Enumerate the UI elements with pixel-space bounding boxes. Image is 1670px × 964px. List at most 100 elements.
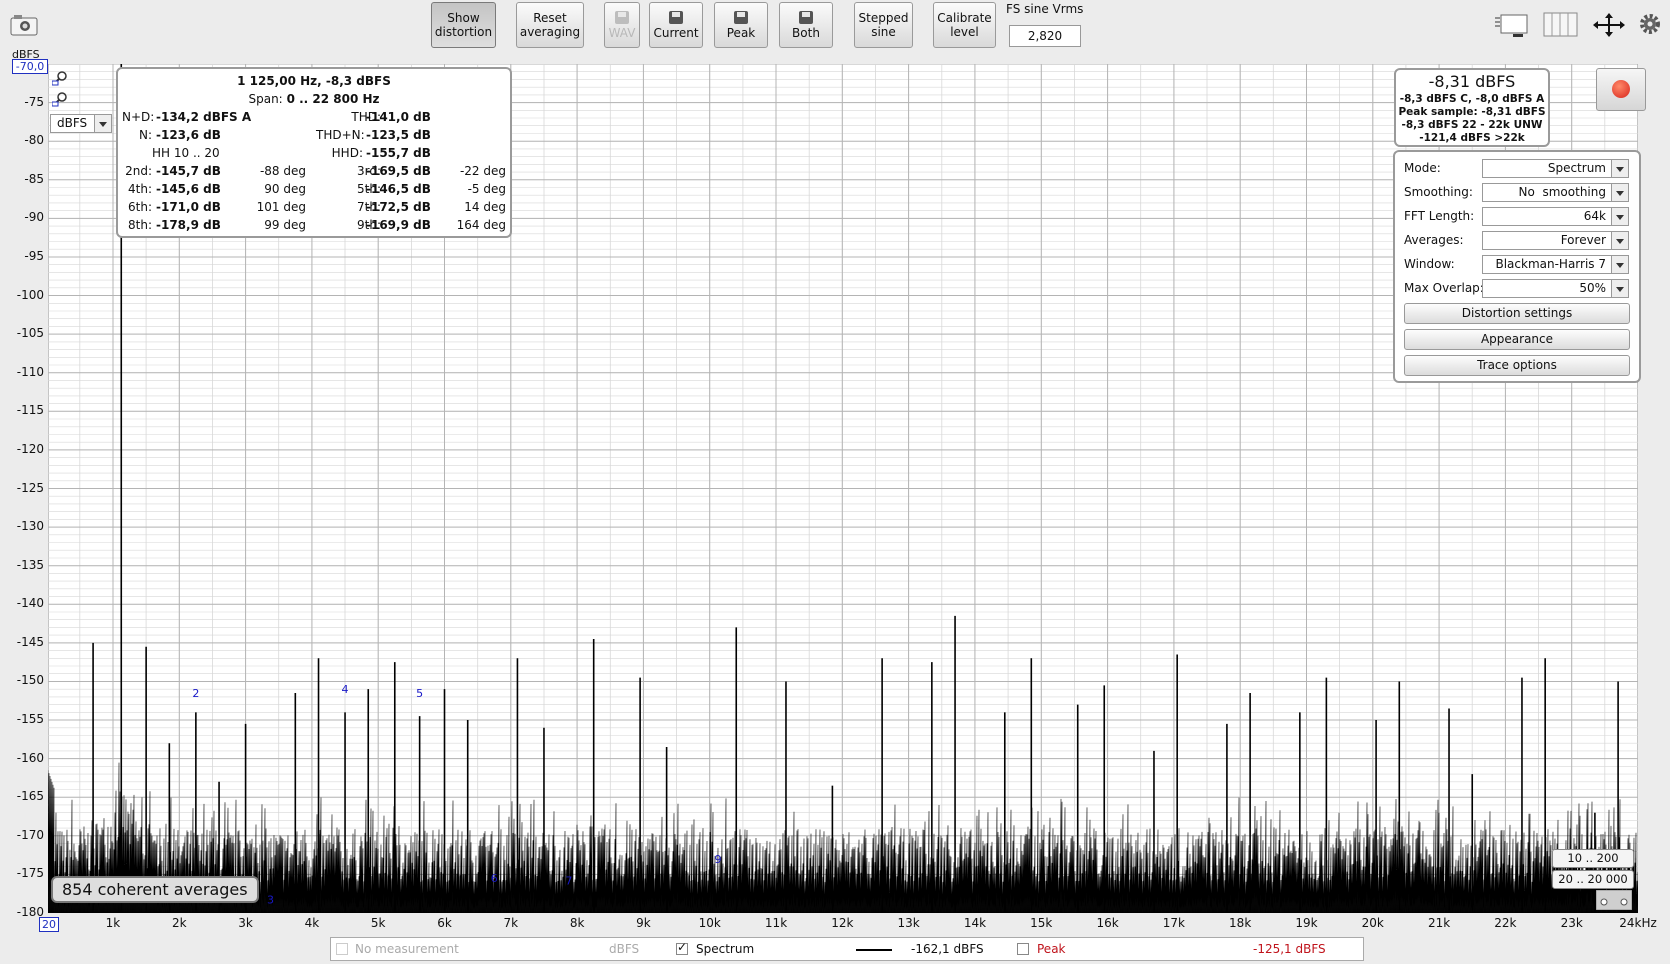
window-select[interactable]: Blackman-Harris 7 <box>1482 255 1629 274</box>
zoom-in-icon[interactable] <box>51 70 68 86</box>
harmonic-phase: 101 deg <box>256 200 306 214</box>
checkmark-icon: ✓ <box>677 940 688 954</box>
spectrum-value: -162,1 dBFS <box>911 942 984 956</box>
spectrum-label: Spectrum <box>696 942 755 956</box>
calibrate-level-button[interactable]: Calibrate level <box>933 2 996 48</box>
harmonic-phase: -5 deg <box>467 182 506 196</box>
harmonic-marker: 3 <box>267 894 274 907</box>
trace-options-button[interactable]: Trace options <box>1404 355 1630 376</box>
wav-label: WAV <box>608 25 636 40</box>
harmonic-marker: 5 <box>416 687 423 700</box>
harmonic-value: -172,5 dB <box>366 200 431 214</box>
y-tick-label: -125 <box>16 480 44 495</box>
mode-select[interactable]: Spectrum <box>1482 159 1629 178</box>
spectrum-checkbox[interactable]: ✓ <box>676 940 688 955</box>
y-tick-label: -120 <box>16 441 44 456</box>
harmonic-label: 8th: <box>128 218 152 232</box>
y-tick-label: -95 <box>24 248 44 263</box>
y-tick-label: -170 <box>16 827 44 842</box>
show-distortion-button[interactable]: Show distortion <box>431 2 496 48</box>
harmonic-value: -145,7 dB <box>156 164 221 178</box>
x-tick-label: 11k <box>764 916 788 930</box>
layout-icon[interactable] <box>1493 12 1531 38</box>
fs-sine-input[interactable]: 2,820 <box>1009 25 1081 47</box>
settings-panel: Mode: Spectrum Smoothing: No smoothing F… <box>1393 150 1641 383</box>
record-icon <box>1612 80 1630 98</box>
save-current-button[interactable]: Current <box>649 2 703 48</box>
unit-select-value: dBFS <box>57 116 88 130</box>
scroll-handle-icon[interactable] <box>1595 889 1633 911</box>
span-value: 0 .. 22 800 Hz <box>286 92 380 106</box>
averages-select[interactable]: Forever <box>1482 231 1629 250</box>
smoothing-select[interactable]: No smoothing <box>1482 183 1629 202</box>
fs-sine-label: FS sine Vrms <box>1006 2 1084 16</box>
window-label: Window: <box>1404 257 1455 271</box>
distortion-settings-button[interactable]: Distortion settings <box>1404 303 1630 324</box>
fft-length-select[interactable]: 64k <box>1482 207 1629 226</box>
columns-icon[interactable] <box>1543 12 1579 38</box>
camera-icon[interactable] <box>10 14 38 36</box>
save-both-button[interactable]: Both <box>779 2 833 48</box>
wav-button[interactable]: WAV <box>604 2 640 48</box>
x-tick-label: 17k <box>1162 916 1185 930</box>
save-icon <box>799 10 813 24</box>
peak-label: Peak <box>726 25 756 40</box>
averages-label: Averages: <box>1404 233 1464 247</box>
x-tick-label: 20k <box>1361 916 1384 930</box>
unit-select[interactable]: dBFS <box>50 114 112 133</box>
x-axis-start-value[interactable]: 20 <box>39 917 59 932</box>
record-button[interactable] <box>1596 68 1646 111</box>
chevron-down-icon <box>1611 256 1628 273</box>
level-line2: Peak sample: -8,31 dBFS <box>1398 106 1546 118</box>
y-tick-label: -145 <box>16 634 44 649</box>
show-distortion-label: Show distortion <box>434 11 493 39</box>
x-tick-label: 8k <box>569 916 585 930</box>
n-value: -123,6 dB <box>156 128 221 142</box>
y-tick-label: -75 <box>24 94 44 109</box>
legend-bar: No measurement dBFS ✓ Spectrum -162,1 dB… <box>330 937 1364 961</box>
x-tick-label: 1k <box>105 916 121 930</box>
y-tick-label: -160 <box>16 750 44 765</box>
thdn-label: THD+N: <box>316 128 365 142</box>
stepped-sine-label: Stepped sine <box>858 11 909 39</box>
level-panel: -8,31 dBFS -8,3 dBFS C, -8,0 dBFS A Peak… <box>1394 68 1550 147</box>
x-tick-label: 24kHz <box>1619 916 1657 930</box>
save-peak-button[interactable]: Peak <box>714 2 768 48</box>
range-20-20000-button[interactable]: 20 .. 20 000 <box>1552 870 1634 889</box>
hhd-value: -155,7 dB <box>366 146 431 160</box>
y-tick-label: -80 <box>24 133 44 148</box>
harmonic-value: -145,6 dB <box>156 182 221 196</box>
y-axis-top-value[interactable]: -70,0 <box>12 59 48 74</box>
y-tick-label: -90 <box>24 210 44 225</box>
fft-length-value: 64k <box>1583 209 1606 223</box>
x-tick-label: 5k <box>370 916 386 930</box>
x-tick-label: 14k <box>963 916 987 930</box>
gear-icon[interactable] <box>1638 12 1662 36</box>
y-tick-label: -115 <box>16 403 44 418</box>
move-arrows-icon[interactable] <box>1591 12 1627 38</box>
harmonic-marker: 2 <box>192 687 199 700</box>
x-tick-label: 16k <box>1096 916 1119 930</box>
stepped-sine-button[interactable]: Stepped sine <box>854 2 913 48</box>
x-tick-label: 3k <box>238 916 253 930</box>
nd-value: -134,2 dBFS A <box>156 110 252 124</box>
level-main: -8,31 dBFS <box>1428 72 1516 91</box>
harmonic-phase: 90 deg <box>264 182 306 196</box>
zoom-out-icon[interactable] <box>51 91 68 107</box>
reset-averaging-button[interactable]: Reset averaging <box>516 2 584 48</box>
peak-checkbox[interactable] <box>1017 943 1029 955</box>
no-measurement-checkbox[interactable] <box>336 943 348 955</box>
y-tick-label: -85 <box>24 171 44 186</box>
fft-length-label: FFT Length: <box>1404 209 1475 223</box>
harmonic-phase: 14 deg <box>464 200 506 214</box>
span-label: Span: <box>248 92 283 106</box>
chevron-down-icon <box>1611 208 1628 225</box>
n-label: N: <box>138 128 152 142</box>
save-icon <box>734 10 748 24</box>
harmonic-phase: -22 deg <box>459 164 506 178</box>
max-overlap-select[interactable]: 50% <box>1482 279 1629 298</box>
range-10-200-button[interactable]: 10 .. 200 <box>1552 849 1634 868</box>
calibrate-level-label: Calibrate level <box>937 11 992 39</box>
thdn-value: -123,5 dB <box>366 128 431 142</box>
appearance-button[interactable]: Appearance <box>1404 329 1630 350</box>
